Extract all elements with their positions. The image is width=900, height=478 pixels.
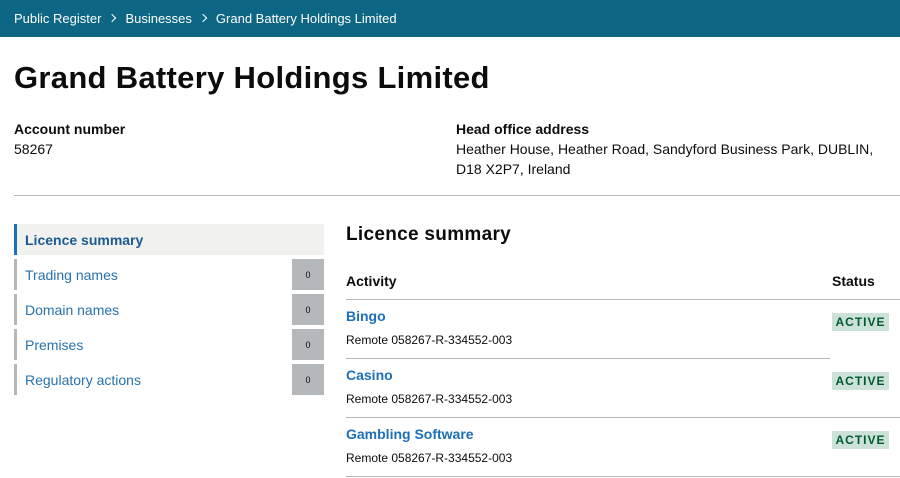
count-badge: 0 — [292, 294, 324, 325]
account-number: Account number 58267 — [14, 119, 125, 159]
nav-item-label: Licence summary — [25, 231, 144, 248]
head-office-address: Head office address Heather House, Heath… — [456, 119, 876, 179]
count-badge: 0 — [292, 364, 324, 395]
account-number-value: 58267 — [14, 141, 53, 157]
activity-link[interactable]: Gambling Software — [346, 426, 474, 442]
breadcrumb-current: Grand Battery Holdings Limited — [215, 11, 397, 26]
licence-reference: Remote 058267-R-334552-003 — [346, 333, 513, 347]
licence-reference: Remote 058267-R-334552-003 — [346, 392, 513, 406]
head-office-label: Head office address — [456, 121, 590, 137]
licence-table: Activity Status Bingo Remote 058267-R-33… — [346, 266, 900, 477]
column-header-activity: Activity — [346, 273, 397, 289]
nav-item-label: Premises — [25, 336, 84, 353]
table-row: Bingo Remote 058267-R-334552-003 ACTIVE — [346, 300, 900, 359]
page-title: Grand Battery Holdings Limited — [14, 60, 490, 95]
row-divider — [830, 476, 900, 477]
nav-item-label: Regulatory actions — [25, 371, 141, 388]
divider — [14, 195, 900, 196]
nav-item-premises[interactable]: Premises 0 — [14, 329, 324, 360]
nav-item-label: Trading names — [25, 266, 118, 283]
count-badge: 0 — [292, 259, 324, 290]
nav-item-licence-summary[interactable]: Licence summary — [14, 224, 324, 255]
head-office-value: Heather House, Heather Road, Sandyford B… — [456, 141, 874, 177]
count-badge: 0 — [292, 329, 324, 360]
section-title: Licence summary — [346, 224, 512, 245]
activity-link[interactable]: Bingo — [346, 308, 386, 324]
table-row: Gambling Software Remote 058267-R-334552… — [346, 418, 900, 477]
nav-item-regulatory-actions[interactable]: Regulatory actions 0 — [14, 364, 324, 395]
nav-item-trading-names[interactable]: Trading names 0 — [14, 259, 324, 290]
account-number-label: Account number — [14, 121, 126, 137]
status-badge: ACTIVE — [832, 372, 889, 390]
breadcrumb-businesses[interactable]: Businesses — [125, 11, 191, 26]
side-navigation: Licence summary Trading names 0 Domain n… — [14, 224, 324, 399]
chevron-right-icon — [198, 13, 208, 22]
licence-reference: Remote 058267-R-334552-003 — [346, 451, 513, 465]
nav-item-domain-names[interactable]: Domain names 0 — [14, 294, 324, 325]
breadcrumb: Public Register Businesses Grand Battery… — [0, 0, 900, 37]
chevron-right-icon — [108, 13, 117, 22]
status-badge: ACTIVE — [832, 431, 889, 449]
table-header: Activity Status — [346, 266, 900, 300]
table-row: Casino Remote 058267-R-334552-003 ACTIVE — [346, 359, 900, 418]
row-divider — [346, 476, 830, 477]
column-header-status: Status — [832, 273, 875, 289]
breadcrumb-public-register[interactable]: Public Register — [14, 11, 101, 26]
status-badge: ACTIVE — [832, 313, 889, 331]
activity-link[interactable]: Casino — [346, 367, 393, 383]
nav-item-label: Domain names — [25, 301, 120, 318]
